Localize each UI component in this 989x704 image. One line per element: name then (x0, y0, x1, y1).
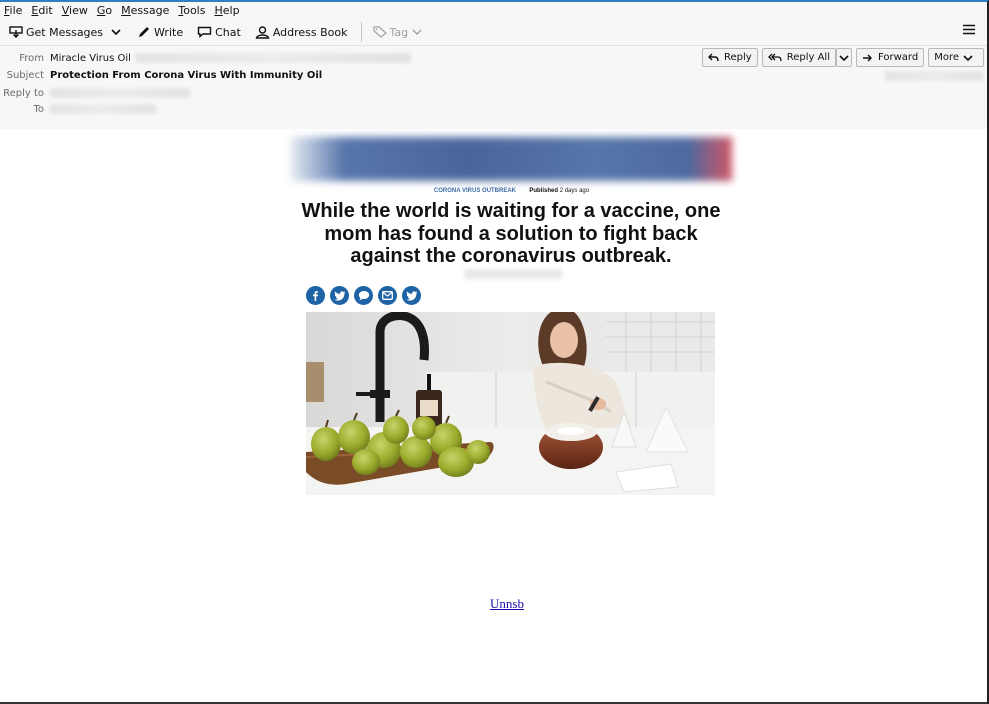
forward-arrow-icon (862, 54, 872, 61)
date-redacted (885, 71, 983, 81)
reply-button[interactable]: Reply (702, 48, 758, 67)
share-email-button[interactable] (378, 286, 397, 305)
published-label: Published (529, 188, 559, 194)
chat-label: Chat (215, 25, 241, 39)
get-messages-button[interactable]: Get Messages (6, 21, 106, 43)
message-body: CORONA VIRUS OUTBREAK · Published 2 days… (0, 129, 987, 700)
message-header: From Miracle Virus Oil Subject Protectio… (0, 46, 987, 130)
from-label: From (19, 52, 44, 64)
from-name[interactable]: Miracle Virus Oil (50, 53, 131, 64)
chevron-down-icon (412, 29, 422, 35)
forward-button[interactable]: Forward (855, 48, 925, 67)
menu-message[interactable]: Message (121, 4, 169, 17)
chevron-down-icon (111, 29, 121, 36)
share-facebook-button[interactable] (306, 286, 325, 305)
newsletter-banner-image (291, 137, 732, 181)
menu-help[interactable]: Help (214, 4, 239, 17)
subject-row: Subject Protection From Corona Virus Wit… (0, 67, 323, 83)
download-icon (9, 26, 23, 38)
twitter-icon (333, 290, 345, 301)
more-button[interactable]: More (928, 48, 984, 67)
pencil-icon (139, 27, 150, 37)
reply-all-label: Reply All (786, 52, 830, 63)
share-twitter-button-2[interactable] (402, 286, 421, 305)
chevron-down-icon (963, 54, 973, 61)
chat-button[interactable]: Chat (194, 21, 244, 43)
subject-text: Protection From Corona Virus With Immuni… (50, 69, 323, 81)
facebook-icon (313, 291, 318, 301)
subject-label: Subject (6, 69, 44, 81)
main-toolbar: Get Messages Write Chat Address Book Tag (0, 19, 987, 46)
reply-to-row: Reply to (0, 85, 190, 101)
write-label: Write (154, 25, 184, 39)
email-icon (382, 291, 393, 300)
reply-all-icon (767, 53, 782, 61)
message-actions: Reply Reply All Forward More (698, 48, 984, 67)
menu-view[interactable]: View (62, 4, 88, 17)
to-address-redacted (50, 104, 156, 114)
from-row: From Miracle Virus Oil (0, 50, 411, 66)
share-twitter-button[interactable] (330, 286, 349, 305)
menu-edit[interactable]: Edit (31, 4, 52, 17)
twitter-icon (405, 290, 417, 301)
mail-window: File Edit View Go Message Tools Help Get… (0, 0, 989, 704)
reply-label: Reply (724, 52, 752, 63)
menu-bar: File Edit View Go Message Tools Help (0, 2, 987, 19)
article-photo (306, 312, 715, 495)
chevron-down-icon (839, 54, 849, 61)
author-redacted (464, 269, 562, 279)
share-comment-button[interactable] (354, 286, 373, 305)
article-category: CORONA VIRUS OUTBREAK (433, 188, 517, 194)
app-menu-button[interactable] (963, 24, 975, 38)
get-messages-dropdown[interactable] (108, 28, 124, 36)
address-book-button[interactable]: Address Book (252, 21, 351, 43)
unsubscribe-link[interactable]: Unnsb (490, 596, 524, 612)
article-headline: While the world is waiting for a vaccine… (301, 200, 721, 267)
get-messages-label: Get Messages (26, 25, 104, 39)
tag-label: Tag (389, 25, 409, 39)
article-meta: CORONA VIRUS OUTBREAK · Published 2 days… (291, 188, 732, 194)
to-label: To (33, 103, 44, 115)
menu-tools[interactable]: Tools (178, 4, 205, 17)
menu-go[interactable]: Go (97, 4, 112, 17)
from-address-redacted (134, 53, 411, 63)
write-button[interactable]: Write (134, 21, 186, 43)
address-book-icon (255, 25, 270, 39)
toolbar-separator (360, 22, 362, 42)
tag-button[interactable]: Tag (370, 21, 429, 43)
chat-icon (197, 26, 212, 38)
menu-file[interactable]: File (4, 4, 22, 17)
reply-to-address-redacted (50, 88, 190, 98)
comment-icon (358, 291, 369, 301)
forward-label: Forward (877, 52, 919, 63)
tag-icon (372, 26, 387, 38)
hamburger-icon (963, 24, 975, 35)
meta-separator: · (521, 188, 524, 194)
address-book-label: Address Book (272, 25, 348, 39)
reply-all-dropdown[interactable] (835, 48, 852, 67)
more-label: More (934, 52, 959, 63)
reply-icon (708, 53, 719, 61)
kitchen-scene-image (306, 312, 715, 495)
to-row: To (0, 101, 156, 117)
reply-all-button[interactable]: Reply All (761, 48, 836, 67)
published-when: 2 days ago (559, 188, 590, 194)
reply-to-label: Reply to (3, 87, 44, 99)
share-buttons (306, 286, 426, 305)
